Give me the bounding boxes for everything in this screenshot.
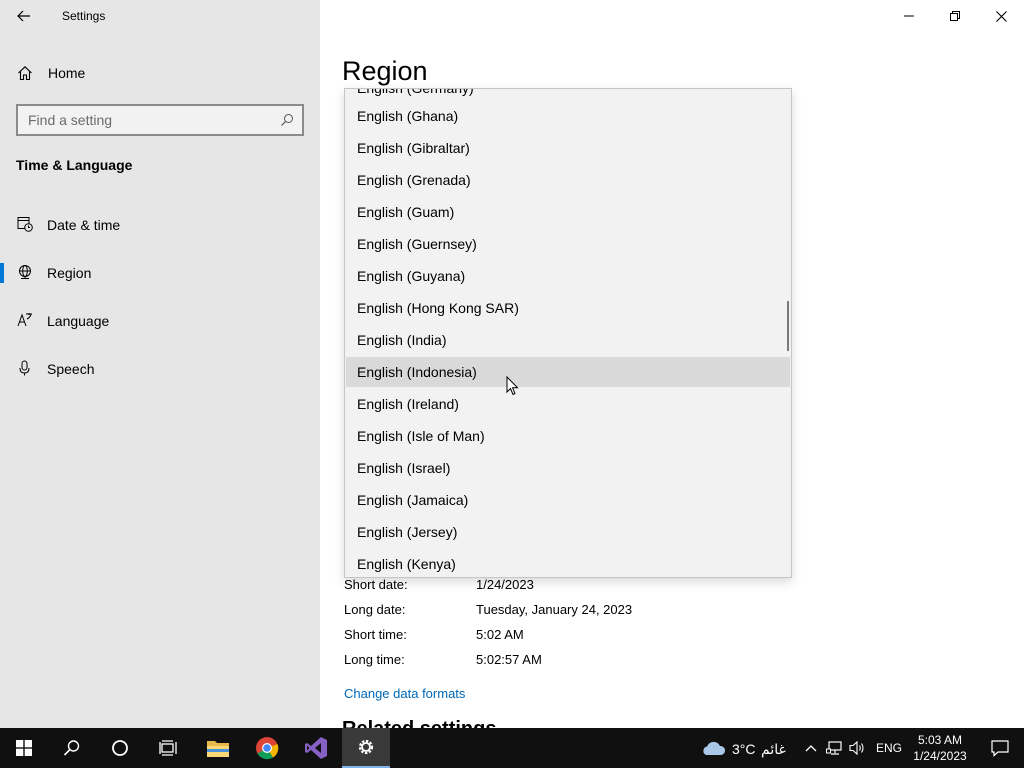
network-tray-button[interactable] xyxy=(824,728,846,768)
cortana-button[interactable] xyxy=(96,728,144,768)
windows-logo-icon xyxy=(16,740,32,756)
file-explorer-icon xyxy=(207,741,229,757)
minimize-icon xyxy=(904,15,914,17)
dropdown-item[interactable]: English (Jersey) xyxy=(346,517,790,547)
format-label: Long date: xyxy=(344,602,406,617)
cloud-icon xyxy=(703,741,726,755)
selection-indicator xyxy=(0,263,4,283)
chevron-up-icon xyxy=(805,745,817,752)
country-region-dropdown-list[interactable]: English (Germany) English (Ghana) Englis… xyxy=(344,88,792,578)
close-button[interactable] xyxy=(978,0,1024,32)
weather-description[interactable]: غائم xyxy=(761,741,786,758)
show-hidden-icons-button[interactable] xyxy=(800,728,822,768)
title-bar: Settings xyxy=(0,0,320,32)
action-center-button[interactable] xyxy=(976,728,1024,768)
mouse-cursor-icon xyxy=(506,375,519,401)
format-label: Short time: xyxy=(344,627,407,642)
back-button[interactable] xyxy=(8,4,40,28)
home-label: Home xyxy=(48,65,86,81)
visual-studio-icon xyxy=(305,737,327,759)
clock-date: 1/24/2023 xyxy=(913,749,967,763)
visual-studio-taskbar-button[interactable] xyxy=(292,728,340,768)
change-data-formats-link[interactable]: Change data formats xyxy=(344,686,465,701)
sidebar-item-date-time[interactable]: Date & time xyxy=(0,205,320,245)
taskbar: 3°C غائم ENG 5:03 AM 1/24/2023 xyxy=(0,728,1024,768)
sidebar-item-label: Region xyxy=(47,265,92,281)
sidebar-item-label: Speech xyxy=(47,361,95,377)
restore-icon xyxy=(950,11,960,21)
dropdown-item[interactable]: English (Grenada) xyxy=(346,165,790,195)
dropdown-item[interactable]: English (Guernsey) xyxy=(346,229,790,259)
restore-button[interactable] xyxy=(932,0,978,32)
speaker-icon xyxy=(849,740,864,756)
format-value: 1/24/2023 xyxy=(476,577,534,592)
input-language-indicator[interactable]: ENG xyxy=(876,741,902,755)
sidebar-item-region[interactable]: Region xyxy=(0,253,320,293)
sidebar: Settings Home Find a setting Time & Lang… xyxy=(0,0,320,728)
dropdown-item[interactable]: English (Ghana) xyxy=(346,101,790,131)
section-title: Time & Language xyxy=(16,157,133,173)
weather-temperature[interactable]: 3°C xyxy=(732,741,756,757)
dropdown-item[interactable]: English (Jamaica) xyxy=(346,485,790,515)
format-label: Short date: xyxy=(344,577,408,592)
cortana-circle-icon xyxy=(112,740,128,756)
sidebar-item-language[interactable]: Language xyxy=(0,301,320,341)
format-value: Tuesday, January 24, 2023 xyxy=(476,602,633,617)
home-nav[interactable]: Home xyxy=(0,57,320,89)
volume-tray-button[interactable] xyxy=(847,728,869,768)
app-title: Settings xyxy=(62,9,106,23)
format-value: 5:02:57 AM xyxy=(476,652,542,667)
sidebar-item-speech[interactable]: Speech xyxy=(0,349,320,389)
dropdown-item[interactable]: English (Guam) xyxy=(346,197,790,227)
dropdown-item[interactable]: English (Israel) xyxy=(346,453,790,483)
start-button[interactable] xyxy=(0,728,48,768)
minimize-button[interactable] xyxy=(886,0,932,32)
network-icon xyxy=(826,741,842,755)
file-explorer-taskbar-button[interactable] xyxy=(194,728,242,768)
dropdown-item[interactable]: English (Isle of Man) xyxy=(346,421,790,451)
gear-icon xyxy=(358,739,374,755)
task-view-button[interactable] xyxy=(144,728,192,768)
back-arrow-icon xyxy=(17,10,30,22)
dropdown-item[interactable]: English (Kenya) xyxy=(346,549,790,577)
microphone-icon xyxy=(17,360,33,381)
clock-time: 5:03 AM xyxy=(917,733,963,747)
task-view-icon xyxy=(159,740,177,756)
sidebar-item-label: Language xyxy=(47,313,110,329)
page-title: Region xyxy=(342,56,428,86)
chrome-icon xyxy=(256,737,279,760)
search-icon xyxy=(63,740,80,756)
taskbar-search-button[interactable] xyxy=(48,728,96,768)
sidebar-item-label: Date & time xyxy=(47,217,121,233)
weather-widget[interactable] xyxy=(690,728,736,768)
dropdown-item-hovered[interactable]: English (Indonesia) xyxy=(346,357,790,387)
dropdown-item[interactable]: English (Gibraltar) xyxy=(346,133,790,163)
clock-calendar-icon xyxy=(17,216,33,237)
home-icon xyxy=(17,65,33,86)
settings-taskbar-button[interactable] xyxy=(342,728,390,768)
format-value: 5:02 AM xyxy=(476,627,524,642)
chrome-taskbar-button[interactable] xyxy=(243,728,291,768)
search-input[interactable]: Find a setting xyxy=(16,104,304,136)
dropdown-item[interactable]: English (Ireland) xyxy=(346,389,790,419)
dropdown-item[interactable]: English (India) xyxy=(346,325,790,355)
dropdown-item[interactable]: English (Hong Kong SAR) xyxy=(346,293,790,323)
dropdown-item[interactable]: English (Guyana) xyxy=(346,261,790,291)
close-icon xyxy=(995,10,1007,22)
search-placeholder: Find a setting xyxy=(28,112,113,128)
search-icon xyxy=(280,113,294,132)
related-settings-heading: Related settings xyxy=(342,718,496,728)
format-label: Long time: xyxy=(344,652,405,667)
dropdown-scrollbar-thumb[interactable] xyxy=(787,301,789,351)
language-icon xyxy=(17,312,33,333)
globe-icon xyxy=(17,264,33,285)
taskbar-clock[interactable]: 5:03 AM 1/24/2023 xyxy=(910,732,970,764)
notification-icon xyxy=(991,740,1009,757)
